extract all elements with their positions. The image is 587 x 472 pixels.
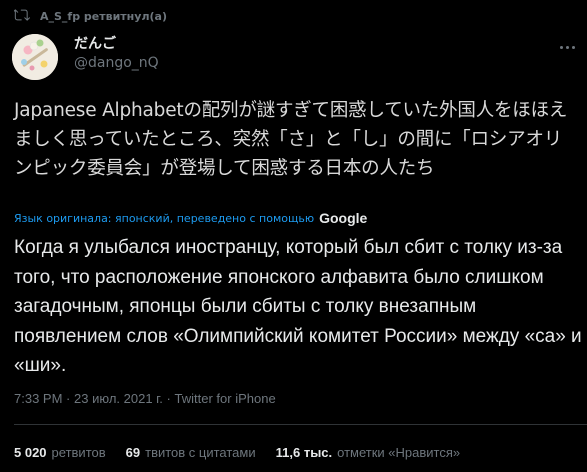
quote-tweets-count[interactable]: 69 твитов с цитатами xyxy=(126,445,256,460)
author-block[interactable]: だんご @dango_nQ xyxy=(74,35,159,73)
divider xyxy=(14,424,587,425)
tweet-time[interactable]: 7:33 PM xyxy=(14,391,62,406)
tweet-meta: 7:33 PM · 23 июл. 2021 г. · Twitter for … xyxy=(14,391,276,406)
more-dot-icon xyxy=(559,45,563,49)
retweet-icon xyxy=(12,7,30,26)
tweet-original-text: Japanese Alphabetの配列が謎すぎて困惑していた外国人をほほえまし… xyxy=(14,100,568,179)
more-options-button[interactable] xyxy=(555,38,579,56)
retweet-text: A_S_fp ретвитнул(а) xyxy=(40,9,167,23)
tweet-stats: 5 020 ретвитов 69 твитов с цитатами 11,6… xyxy=(14,445,460,460)
stat-label: ретвитов xyxy=(51,445,106,460)
translation-note-text: Язык оригинала: японский, переведено с п… xyxy=(14,211,315,225)
tweet-date[interactable]: 23 июл. 2021 г. xyxy=(74,391,163,406)
author-display-name[interactable]: だんご xyxy=(74,35,159,53)
retweet-indicator[interactable]: A_S_fp ретвитнул(а) xyxy=(12,7,167,26)
translation-note[interactable]: Язык оригинала: японский, переведено с п… xyxy=(14,210,367,226)
meta-separator: · xyxy=(166,391,171,406)
retweets-count[interactable]: 5 020 ретвитов xyxy=(14,445,106,460)
meta-separator: · xyxy=(66,391,71,406)
tweet-view: A_S_fp ретвитнул(а) だんご @dango_nQ Japane… xyxy=(0,0,587,472)
likes-count[interactable]: 11,6 тыс. отметки «Нравится» xyxy=(276,445,461,460)
stat-value: 69 xyxy=(125,445,141,460)
stat-label: отметки «Нравится» xyxy=(337,445,461,460)
avatar[interactable] xyxy=(12,34,58,80)
tweet-translated-text: Когда я улыбался иностранцу, который был… xyxy=(14,237,582,376)
google-logo: Google xyxy=(319,210,368,226)
stat-value: 11,6 тыс. xyxy=(275,445,333,460)
tweet-source[interactable]: Twitter for iPhone xyxy=(175,391,276,406)
more-dot-icon xyxy=(571,45,575,49)
more-dot-icon xyxy=(565,45,569,49)
stat-value: 5 020 xyxy=(14,445,47,460)
stat-label: твитов с цитатами xyxy=(145,445,256,460)
author-handle[interactable]: @dango_nQ xyxy=(74,53,159,73)
